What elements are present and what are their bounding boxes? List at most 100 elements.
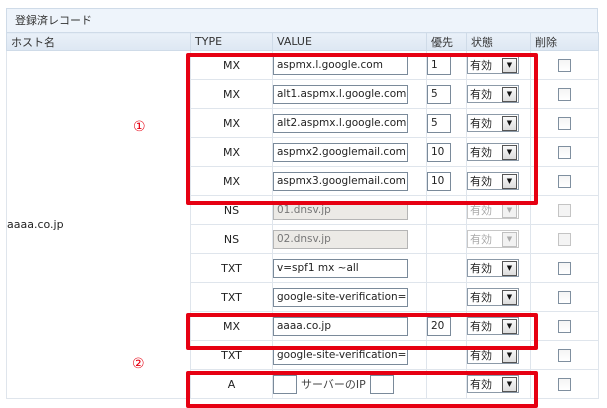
value-input[interactable]: google-site-verification=lt [273, 287, 408, 307]
value-cell: 02.dnsv.jp [272, 224, 427, 254]
priority-input[interactable]: 10 [427, 171, 451, 191]
delete-cell [530, 340, 599, 370]
delete-cell [530, 369, 599, 399]
priority-cell: 5 [426, 108, 467, 138]
record-type: NS [190, 224, 273, 254]
ip-octet-input[interactable] [273, 374, 297, 394]
value-input[interactable]: alt2.aspmx.l.google.com [273, 113, 408, 133]
status-value: 有効 [470, 59, 492, 72]
priority-input[interactable]: 20 [427, 316, 451, 336]
delete-cell [530, 195, 599, 225]
chevron-down-icon: ▼ [502, 86, 517, 102]
status-cell: 有効 ▼ [466, 282, 531, 312]
records-table: ホスト名 TYPE VALUE 優先 状態 削除 aaaa.co.jp MX asp… [6, 32, 599, 399]
record-type: MX [190, 137, 273, 167]
value-input[interactable]: aspmx3.googlemail.com [273, 171, 408, 191]
record-type: MX [190, 311, 273, 341]
status-select: 有効 ▼ [467, 230, 519, 248]
value-input[interactable]: aaaa.co.jp [273, 316, 408, 336]
delete-cell [530, 224, 599, 254]
status-cell: 有効 ▼ [466, 253, 531, 283]
table-row: aaaa.co.jp MX aspmx.l.google.com 1 有効 ▼ [6, 50, 599, 399]
record-type: MX [190, 166, 273, 196]
status-value: 有効 [470, 146, 492, 159]
value-input[interactable]: alt1.aspmx.l.google.com [273, 84, 408, 104]
host-name-cell: aaaa.co.jp [6, 50, 191, 399]
status-value: 有効 [470, 291, 492, 304]
record-type: TXT [190, 282, 273, 312]
chevron-down-icon: ▼ [502, 115, 517, 131]
registered-records-panel: 登録済レコード ホスト名 TYPE VALUE 優先 状態 削除 aaaa.co… [6, 8, 599, 408]
status-value: 有効 [470, 233, 492, 246]
header-row: ホスト名 TYPE VALUE 優先 状態 削除 [6, 32, 599, 51]
delete-checkbox[interactable] [558, 377, 571, 391]
delete-checkbox[interactable] [558, 290, 571, 304]
priority-cell: 5 [426, 79, 467, 109]
value-input[interactable]: aspmx2.googlemail.com [273, 142, 408, 162]
delete-checkbox[interactable] [558, 116, 571, 130]
chevron-down-icon: ▼ [502, 347, 517, 363]
status-select[interactable]: 有効 ▼ [467, 317, 519, 335]
status-value: 有効 [470, 349, 492, 362]
record-type: MX [190, 79, 273, 109]
chevron-down-icon: ▼ [502, 57, 517, 73]
delete-cell [530, 282, 599, 312]
annotation-marker-1: ① [133, 119, 146, 135]
chevron-down-icon: ▼ [502, 144, 517, 160]
chevron-down-icon: ▼ [502, 289, 517, 305]
delete-checkbox[interactable] [558, 87, 571, 101]
chevron-down-icon: ▼ [502, 173, 517, 189]
priority-cell [426, 224, 467, 254]
status-select[interactable]: 有効 ▼ [467, 56, 519, 74]
status-select[interactable]: 有効 ▼ [467, 288, 519, 306]
value-cell: google-site-verification=8 [272, 340, 427, 370]
col-type: TYPE [190, 32, 273, 51]
priority-input[interactable]: 10 [427, 142, 451, 162]
col-status: 状態 [466, 32, 531, 51]
value-cell: aspmx3.googlemail.com [272, 166, 427, 196]
status-select[interactable]: 有効 ▼ [467, 375, 519, 393]
priority-cell [426, 195, 467, 225]
delete-checkbox[interactable] [558, 319, 571, 333]
status-select[interactable]: 有効 ▼ [467, 172, 519, 190]
status-select[interactable]: 有効 ▼ [467, 346, 519, 364]
delete-cell [530, 50, 599, 80]
delete-checkbox[interactable] [558, 174, 571, 188]
delete-checkbox[interactable] [558, 58, 571, 72]
status-cell: 有効 ▼ [466, 137, 531, 167]
value-cell: alt2.aspmx.l.google.com [272, 108, 427, 138]
value-input[interactable]: v=spf1 mx ~all [273, 258, 408, 278]
ip-octet-input[interactable] [369, 374, 394, 394]
delete-checkbox [558, 232, 571, 246]
col-host: ホスト名 [6, 32, 191, 51]
priority-input[interactable]: 5 [427, 113, 451, 133]
value-input[interactable]: aspmx.l.google.com [273, 55, 408, 75]
priority-input[interactable]: 1 [427, 55, 451, 75]
chevron-down-icon: ▼ [502, 231, 517, 247]
chevron-down-icon: ▼ [502, 318, 517, 334]
status-cell: 有効 ▼ [466, 108, 531, 138]
status-select[interactable]: 有効 ▼ [467, 85, 519, 103]
col-delete: 削除 [530, 32, 599, 51]
delete-checkbox[interactable] [558, 145, 571, 159]
value-input[interactable]: google-site-verification=8 [273, 345, 408, 365]
value-cell: サーバーのIP [272, 369, 427, 399]
value-cell: aspmx2.googlemail.com [272, 137, 427, 167]
status-select[interactable]: 有効 ▼ [467, 143, 519, 161]
delete-checkbox[interactable] [558, 261, 571, 275]
priority-cell [426, 340, 467, 370]
delete-checkbox[interactable] [558, 348, 571, 362]
section-title: 登録済レコード [6, 8, 598, 32]
value-cell: aaaa.co.jp [272, 311, 427, 341]
chevron-down-icon: ▼ [502, 260, 517, 276]
status-cell: 有効 ▼ [466, 79, 531, 109]
status-cell: 有効 ▼ [466, 369, 531, 399]
status-value: 有効 [470, 378, 492, 391]
priority-input[interactable]: 5 [427, 84, 451, 104]
status-cell: 有効 ▼ [466, 311, 531, 341]
record-type: TXT [190, 253, 273, 283]
status-select[interactable]: 有効 ▼ [467, 259, 519, 277]
priority-cell: 10 [426, 137, 467, 167]
value-input: 01.dnsv.jp [273, 200, 408, 220]
status-select[interactable]: 有効 ▼ [467, 114, 519, 132]
